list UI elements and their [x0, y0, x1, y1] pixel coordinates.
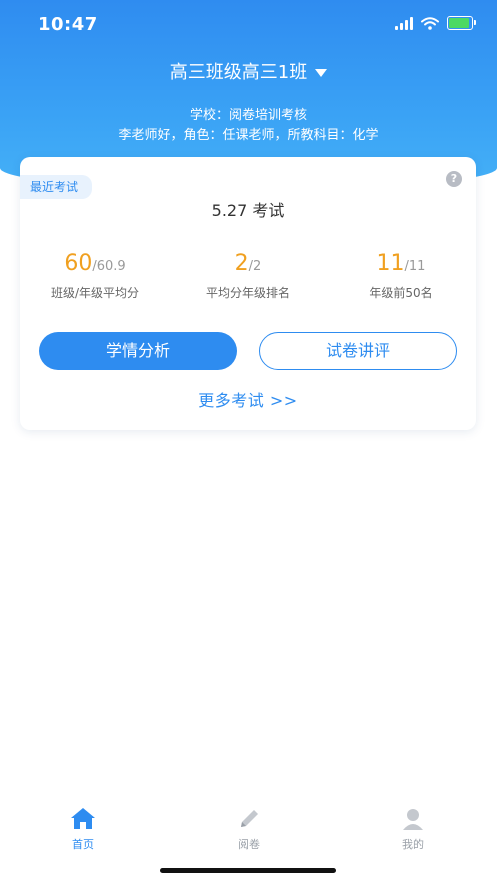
stat-value: 11: [376, 251, 405, 276]
tab-home[interactable]: 首页: [43, 806, 123, 852]
status-time: 10:47: [38, 14, 98, 35]
pencil-icon: [241, 810, 258, 827]
stat-label: 年级前50名: [369, 286, 433, 300]
recent-exam-tag: 最近考试: [20, 175, 93, 199]
class-selector[interactable]: 高三班级高三1班: [0, 58, 497, 84]
stat-label: 平均分年级排名: [205, 286, 290, 300]
bottom-tab-bar: 首页 阅卷 我的: [0, 800, 497, 860]
tab-label: 阅卷: [238, 838, 260, 851]
exam-name: 5.27 考试: [211, 201, 285, 220]
tab-label: 我的: [402, 838, 424, 851]
tab-marking[interactable]: 阅卷: [209, 806, 289, 852]
stat-total: /60.9: [92, 259, 126, 274]
status-icons: [395, 16, 476, 30]
school-info: 学校：阅卷培训考核: [189, 108, 307, 123]
battery-icon: [447, 16, 476, 30]
user-icon: [403, 809, 423, 830]
stat-value: 2: [234, 251, 249, 276]
paper-review-button[interactable]: 试卷讲评: [259, 332, 457, 370]
learning-analysis-button[interactable]: 学情分析: [39, 332, 237, 370]
recent-exam-card: 最近考试 ? 5.27 考试 60/60.9 班级/年级平均分 2/2 平均分年…: [20, 157, 476, 430]
stat-label: 班级/年级平均分: [50, 286, 140, 300]
stat-top-50: 11/11 年级前50名: [326, 251, 476, 301]
tab-label: 首页: [72, 838, 94, 851]
status-bar: 10:47: [0, 0, 497, 50]
teacher-info: 李老师好，角色：任课老师，所教科目：化学: [118, 128, 379, 143]
stat-grade-rank: 2/2 平均分年级排名: [173, 251, 323, 301]
stat-average-score: 60/60.9 班级/年级平均分: [20, 251, 170, 301]
stat-value: 60: [64, 251, 93, 276]
help-icon[interactable]: ?: [446, 171, 462, 187]
signal-icon: [395, 16, 413, 30]
wifi-icon: [421, 16, 439, 30]
home-icon: [71, 808, 95, 829]
more-exams-link[interactable]: 更多考试 >>: [20, 387, 476, 411]
caret-down-icon: [315, 69, 328, 77]
class-name: 高三班级高三1班: [169, 62, 308, 83]
stat-total: /11: [404, 259, 426, 274]
tab-mine[interactable]: 我的: [373, 806, 453, 852]
stat-total: /2: [248, 259, 262, 274]
home-indicator: [160, 868, 336, 873]
